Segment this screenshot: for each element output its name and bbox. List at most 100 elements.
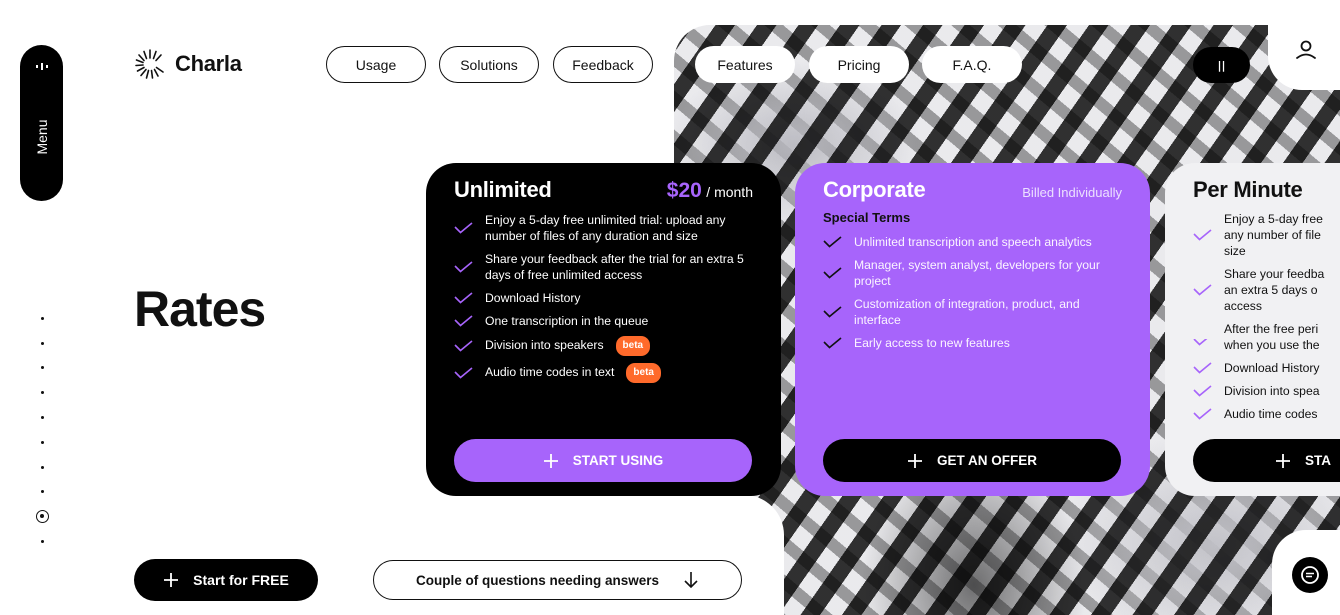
feature-text: an extra 5 days o [1224, 283, 1318, 297]
feature-item: any number of file [1193, 227, 1340, 243]
plan-title: Per Minute [1193, 177, 1303, 202]
feature-text: any number of file [1224, 228, 1321, 242]
feature-item: size [1193, 243, 1340, 259]
pagination-dot[interactable] [34, 331, 50, 356]
pagination-dot[interactable] [34, 529, 50, 554]
nav-faq[interactable]: F.A.Q. [922, 46, 1022, 83]
arrow-down-icon [684, 572, 698, 589]
user-icon [1296, 40, 1316, 59]
nav-feedback[interactable]: Feedback [553, 46, 653, 83]
pagination-dot[interactable] [34, 430, 50, 455]
nav-solutions[interactable]: Solutions [439, 46, 539, 83]
pagination-dot[interactable] [34, 380, 50, 405]
feature-item: After the free peri [1193, 321, 1340, 337]
pause-icon: || [1217, 58, 1226, 72]
feature-text: Share your feedba [1224, 267, 1325, 281]
feature-text: Division into speakers [485, 338, 604, 353]
button-label: Couple of questions needing answers [415, 572, 660, 588]
beta-badge: beta [615, 336, 651, 356]
feature-text: Audio time codes in text [485, 365, 615, 380]
plus-icon [543, 453, 558, 468]
check-icon [454, 292, 473, 304]
feature-list: Unlimited transcription and speech analy… [823, 234, 1122, 351]
feature-text: Enjoy a 5-day free [1224, 212, 1323, 226]
feature-text: size [1224, 244, 1246, 258]
feature-item: Customization of integration, product, a… [823, 296, 1122, 328]
pause-button[interactable]: || [1193, 47, 1250, 83]
nav-features[interactable]: Features [695, 46, 795, 83]
menu-button[interactable]: Menu [20, 45, 63, 201]
billing-note: Billed Individually [1022, 185, 1122, 200]
feature-text: Download History [1224, 361, 1320, 375]
feature-text: Early access to new features [854, 336, 1010, 350]
start-using-button[interactable]: START USING [454, 439, 752, 482]
pagination-dot-active[interactable] [34, 504, 50, 529]
check-icon [454, 315, 473, 327]
check-icon [823, 306, 842, 318]
chat-icon [1301, 566, 1319, 584]
feature-item: Enjoy a 5-day free [1193, 211, 1340, 227]
start-for-free-button[interactable]: Start for FREE [134, 559, 318, 601]
button-label: STA [1305, 453, 1331, 468]
feature-text: One transcription in the queue [485, 314, 649, 328]
feature-item: Download History [1193, 360, 1340, 376]
feature-text: Unlimited transcription and speech analy… [854, 235, 1092, 249]
feature-item: Division into speakers beta [454, 336, 753, 356]
pagination-dot[interactable] [34, 455, 50, 480]
feature-item: Division into spea [1193, 383, 1340, 399]
feature-text: Customization of integration, product, a… [854, 297, 1080, 327]
beta-badge: beta [626, 363, 661, 383]
plan-card-per-minute: Per Minute Enjoy a 5-day free any number… [1165, 163, 1340, 496]
check-icon [1193, 229, 1212, 241]
check-icon [454, 367, 473, 379]
feature-item: access [1193, 298, 1340, 314]
button-label: START USING [572, 453, 664, 468]
check-icon [454, 340, 473, 352]
feature-text: Share your feedback after the trial for … [485, 252, 744, 282]
section-pagination [34, 306, 50, 554]
feature-item: Manager, system analyst, developers for … [823, 257, 1122, 289]
plan-price: $20 [666, 179, 702, 202]
nav-usage[interactable]: Usage [326, 46, 426, 83]
pagination-dot[interactable] [34, 356, 50, 381]
pagination-dot[interactable] [34, 480, 50, 505]
feature-item: Enjoy a 5-day free unlimited trial: uplo… [454, 212, 753, 244]
start-per-minute-button[interactable]: STA [1193, 439, 1340, 482]
check-icon [1193, 284, 1212, 296]
sunburst-logo-icon [135, 49, 164, 79]
feature-item: an extra 5 days o [1193, 282, 1340, 298]
menu-label: Menu [33, 119, 50, 155]
pagination-dot[interactable] [34, 306, 50, 331]
feature-item: Audio time codes [1193, 406, 1340, 422]
feature-list: Enjoy a 5-day free any number of file si… [1193, 211, 1340, 422]
plan-title: Unlimited [454, 177, 552, 202]
feature-item: Audio time codes in text beta [454, 363, 753, 383]
feature-text: After the free peri [1224, 322, 1319, 336]
logo-text: Charla [175, 51, 242, 76]
feature-text: Audio time codes [1224, 407, 1318, 421]
menu-dots-icon [35, 63, 48, 70]
check-icon [1193, 339, 1208, 346]
plan-subtitle: Special Terms [823, 210, 911, 225]
get-an-offer-button[interactable]: GET AN OFFER [823, 439, 1121, 482]
plus-icon [1276, 453, 1290, 468]
logo[interactable]: Charla [134, 48, 242, 80]
check-icon [1193, 385, 1212, 397]
feature-text: Division into spea [1224, 384, 1320, 398]
check-icon [823, 337, 842, 349]
feature-text: Enjoy a 5-day free unlimited trial: uplo… [485, 213, 726, 243]
pagination-dot[interactable] [34, 405, 50, 430]
faq-scroll-button[interactable]: Couple of questions needing answers [373, 560, 742, 600]
check-icon [1193, 408, 1212, 420]
feature-list: Enjoy a 5-day free unlimited trial: uplo… [454, 212, 753, 383]
chat-button[interactable] [1292, 557, 1328, 593]
nav-pricing[interactable]: Pricing [809, 46, 909, 83]
feature-item: when you use the [1193, 337, 1340, 353]
user-account-button[interactable] [1293, 38, 1319, 64]
check-icon [454, 222, 473, 234]
feature-text: Download History [485, 291, 581, 305]
feature-text: Manager, system analyst, developers for … [854, 258, 1100, 288]
page-title: Rates [134, 281, 266, 337]
feature-item: Unlimited transcription and speech analy… [823, 234, 1122, 250]
plus-icon [164, 573, 179, 587]
